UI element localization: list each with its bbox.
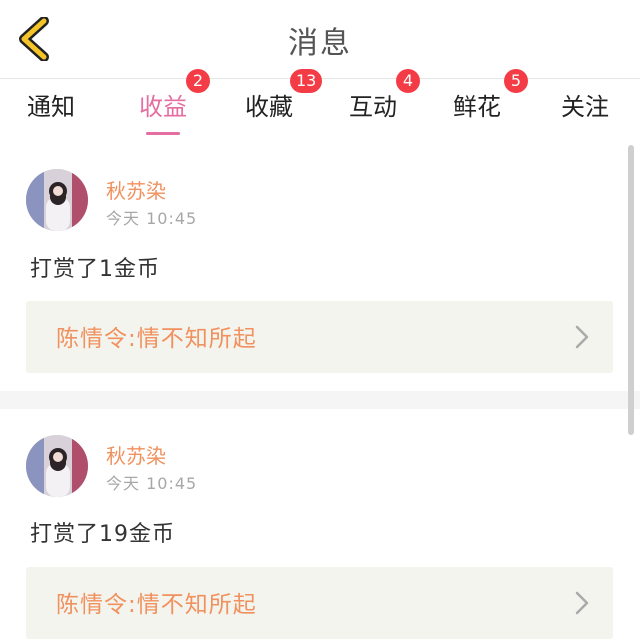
- header-bar: 消息: [0, 0, 640, 79]
- tab-notifications[interactable]: 通知: [6, 79, 96, 141]
- tab-interactions[interactable]: 互动 4: [328, 69, 420, 141]
- tab-label: 鲜花: [453, 92, 501, 121]
- tab-favorites[interactable]: 收藏 13: [224, 69, 323, 141]
- tab-label: 收藏: [245, 92, 293, 121]
- page-title: 消息: [288, 26, 352, 61]
- story-link[interactable]: 陈情令:情不知所起: [26, 567, 613, 639]
- story-link[interactable]: 陈情令:情不知所起: [26, 301, 613, 373]
- tab-badge: 13: [290, 69, 323, 93]
- tab-label: 互动: [349, 92, 397, 121]
- tab-flowers[interactable]: 鲜花 5: [432, 69, 528, 141]
- avatar[interactable]: [26, 169, 88, 231]
- messages-screen: 消息 通知 收益 2 收藏 13 互动 4 鲜花 5 关注 秋苏染 今天 10:…: [0, 0, 640, 643]
- tab-bar: 通知 收益 2 收藏 13 互动 4 鲜花 5 关注: [0, 69, 640, 141]
- user-name[interactable]: 秋苏染: [106, 440, 166, 469]
- message-card: 秋苏染 今天 10:45 打赏了19金币 陈情令:情不知所起: [0, 409, 640, 643]
- tab-badge: 2: [186, 69, 210, 93]
- tab-badge: 5: [504, 69, 528, 93]
- active-tab-indicator: [146, 132, 180, 135]
- message-card: 秋苏染 今天 10:45 打赏了1金币 陈情令:情不知所起: [0, 141, 640, 391]
- message-text: 打赏了19金币: [30, 522, 175, 547]
- tab-earnings[interactable]: 收益 2: [118, 69, 210, 141]
- scrollbar[interactable]: [628, 145, 634, 435]
- story-title: 陈情令:情不知所起: [56, 592, 257, 618]
- tab-following[interactable]: 关注: [540, 79, 630, 141]
- chevron-right-icon: [575, 591, 589, 615]
- timestamp: 今天 10:45: [106, 474, 198, 493]
- chevron-right-icon: [575, 325, 589, 349]
- timestamp: 今天 10:45: [106, 209, 198, 228]
- story-title: 陈情令:情不知所起: [56, 326, 257, 352]
- tab-badge: 4: [396, 69, 420, 93]
- avatar[interactable]: [26, 435, 88, 497]
- message-feed[interactable]: 秋苏染 今天 10:45 打赏了1金币 陈情令:情不知所起 秋苏染 今天 10:…: [0, 141, 640, 643]
- tab-label: 关注: [561, 92, 609, 121]
- message-text: 打赏了1金币: [30, 257, 160, 282]
- user-name[interactable]: 秋苏染: [106, 175, 166, 204]
- tab-label: 收益: [139, 92, 187, 121]
- tab-label: 通知: [27, 92, 75, 121]
